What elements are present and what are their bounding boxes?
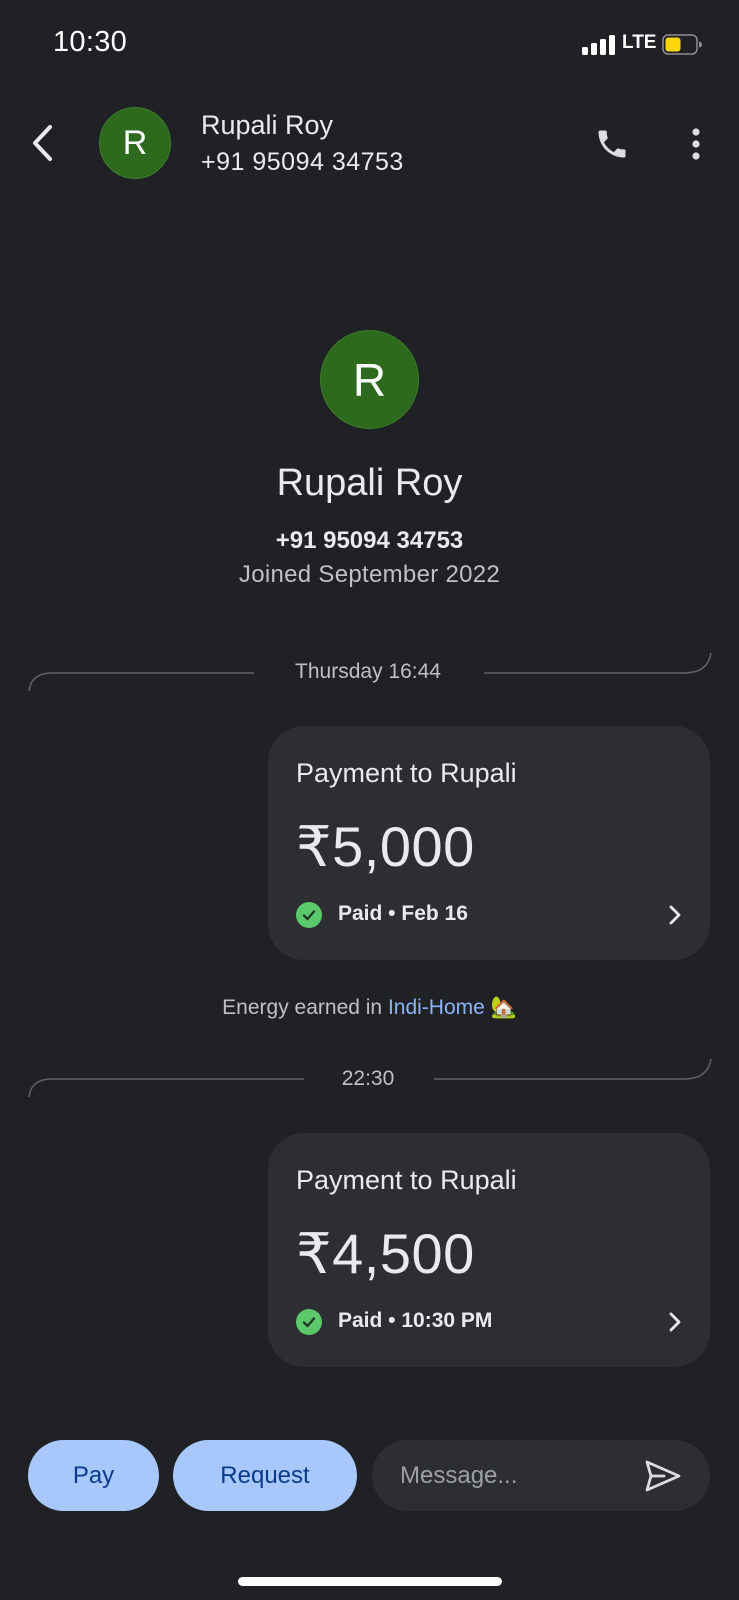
battery-icon	[662, 34, 702, 55]
date-separator: 22:30	[341, 1067, 395, 1090]
check-circle-icon	[296, 1309, 322, 1335]
profile-avatar: R	[320, 330, 419, 429]
energy-prefix: Energy earned in	[222, 996, 388, 1019]
separator-line-right	[434, 1058, 712, 1080]
contact-avatar[interactable]: R	[99, 107, 171, 179]
separator-line-left	[28, 1078, 304, 1098]
payment-card[interactable]: Payment to Rupali ₹4,500 Paid • 10:30 PM	[268, 1133, 710, 1367]
contact-name[interactable]: Rupali Roy	[201, 110, 333, 141]
payment-status: Paid • Feb 16	[338, 902, 468, 925]
signal-icon	[582, 35, 615, 55]
energy-note: Energy earned in Indi-Home 🏡	[0, 996, 739, 1020]
send-button[interactable]	[640, 1453, 686, 1499]
profile-name: Rupali Roy	[276, 462, 463, 504]
check-circle-icon	[296, 902, 322, 928]
indi-home-link[interactable]: Indi-Home	[388, 996, 485, 1019]
status-time: 10:30	[53, 26, 128, 58]
pay-button[interactable]: Pay	[28, 1440, 159, 1511]
back-button[interactable]	[22, 118, 62, 168]
separator-line-right	[484, 652, 712, 674]
payment-amount: ₹4,500	[296, 1222, 475, 1285]
network-label: LTE	[622, 32, 657, 53]
payment-status: Paid • 10:30 PM	[338, 1309, 493, 1332]
call-button[interactable]	[588, 120, 636, 168]
message-input[interactable]	[400, 1440, 640, 1511]
date-separator: Thursday 16:44	[295, 660, 441, 683]
chevron-right-icon[interactable]	[660, 1305, 690, 1339]
chevron-left-icon	[33, 125, 52, 161]
payment-title: Payment to Rupali	[296, 758, 517, 788]
payment-amount: ₹5,000	[296, 815, 475, 878]
contact-phone: +91 95094 34753	[201, 148, 404, 176]
phone-icon	[598, 130, 626, 158]
send-icon	[645, 1460, 681, 1492]
home-indicator[interactable]	[238, 1577, 502, 1586]
more-options-button[interactable]	[680, 120, 712, 168]
payment-card[interactable]: Payment to Rupali ₹5,000 Paid • Feb 16	[268, 726, 710, 960]
message-box	[372, 1440, 710, 1511]
profile-phone: +91 95094 34753	[275, 527, 464, 554]
chevron-right-icon[interactable]	[660, 898, 690, 932]
profile-joined-date: Joined September 2022	[238, 561, 501, 588]
more-vert-icon	[692, 128, 700, 160]
home-emoji-icon: 🏡	[490, 996, 517, 1019]
request-button[interactable]: Request	[173, 1440, 357, 1511]
payment-title: Payment to Rupali	[296, 1165, 517, 1195]
separator-line-left	[28, 672, 254, 692]
